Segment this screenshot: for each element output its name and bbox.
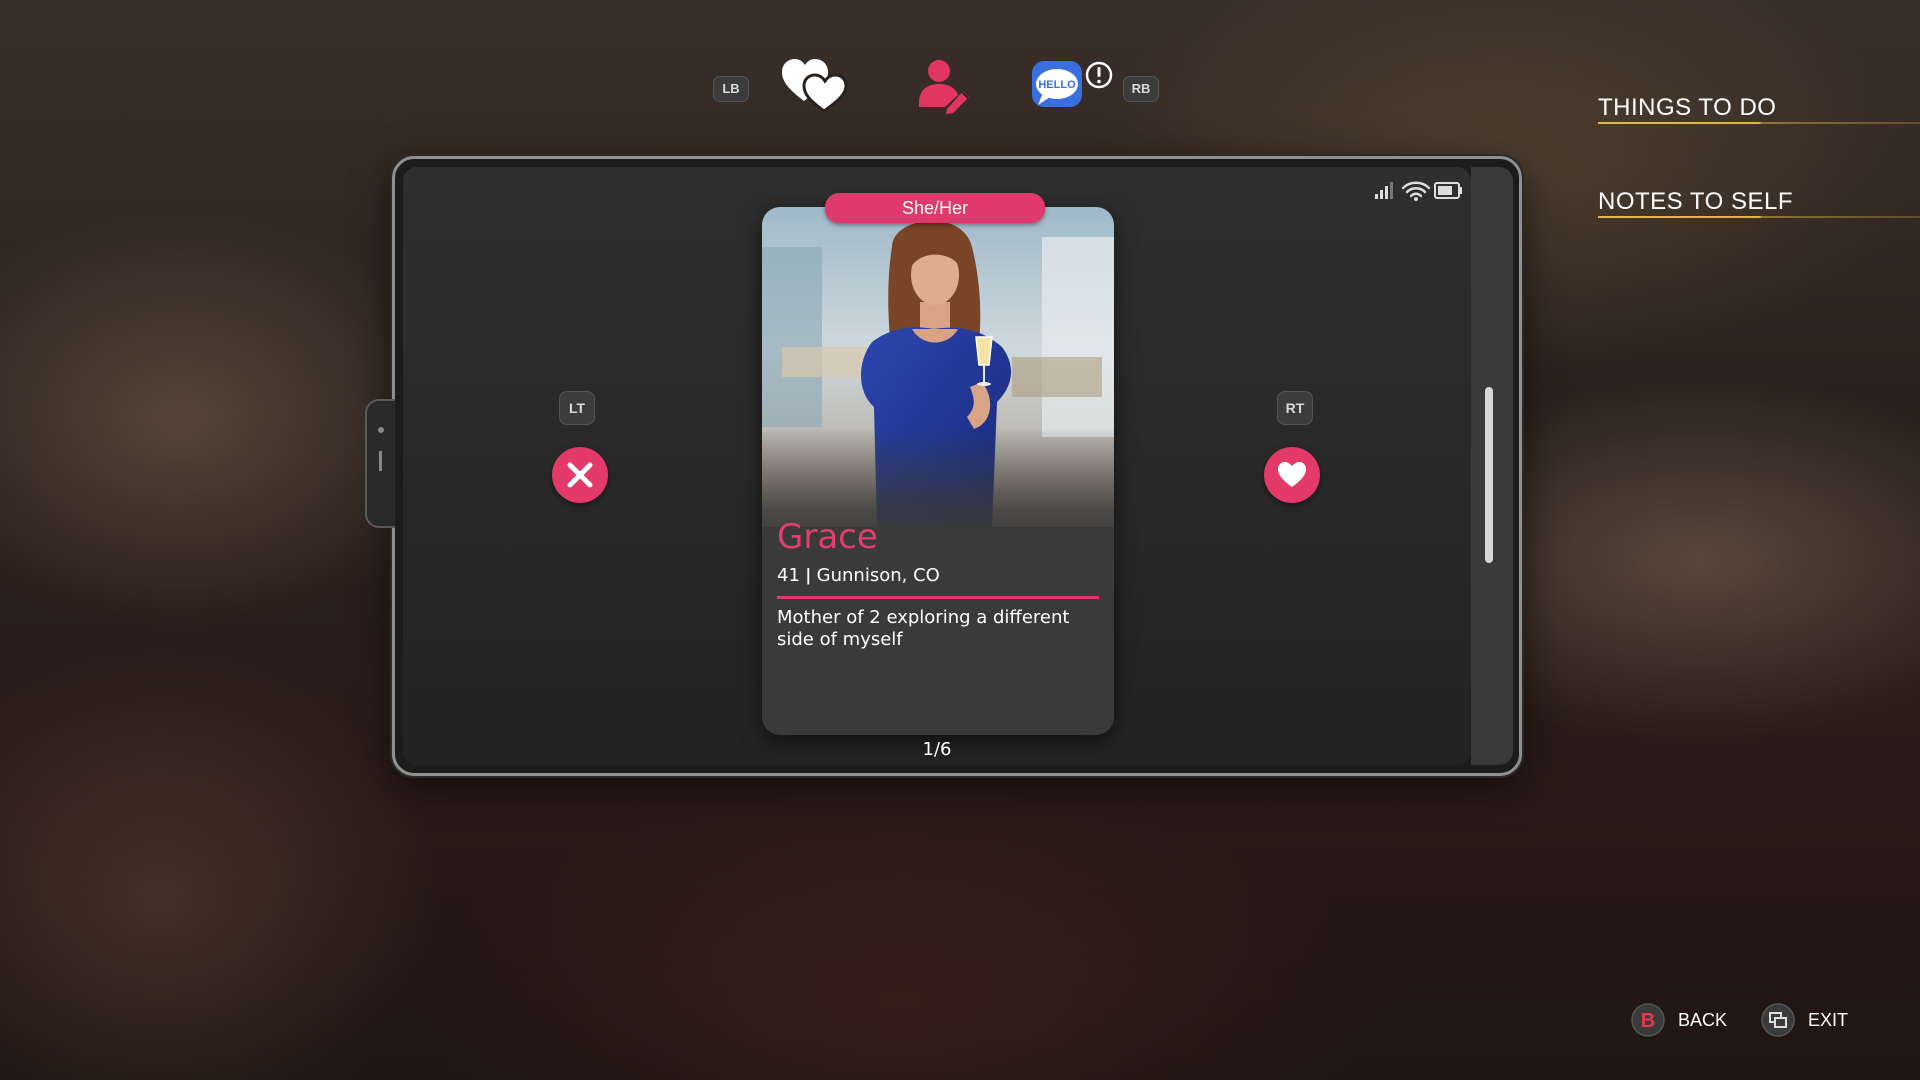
phone-scroll-rail (1471, 167, 1513, 765)
phone-frame: LT RT Grace 41 ǀ Gunnison, CO Mother of … (365, 156, 1522, 776)
card-divider (777, 596, 1099, 599)
rt-button-hint[interactable]: RT (1277, 391, 1313, 425)
menu-item-things-to-do[interactable]: THINGS TO DO (1598, 92, 1920, 186)
profile-card[interactable]: Grace 41 ǀ Gunnison, CO Mother of 2 expl… (762, 207, 1114, 735)
phone-side-button (365, 399, 395, 528)
side-menu: THINGS TO DO NOTES TO SELF (1598, 92, 1920, 280)
menu-item-label: NOTES TO SELF (1598, 188, 1793, 215)
alert-icon (1085, 61, 1113, 89)
exit-label: EXIT (1808, 1010, 1849, 1030)
side-dot (378, 427, 384, 433)
profile-name: Grace (777, 517, 878, 557)
reject-button[interactable] (552, 447, 608, 503)
lb-button-hint[interactable]: LB (713, 76, 749, 102)
profile-bio: Mother of 2 exploring a different side o… (777, 607, 1070, 650)
back-control[interactable]: B BACK (1630, 1000, 1750, 1040)
pronoun-tab: She/Her (825, 193, 1045, 223)
chat-hello-icon[interactable]: HELLO (1030, 59, 1084, 113)
svg-text:B: B (1641, 1010, 1655, 1032)
status-bar (1375, 181, 1462, 201)
wifi-icon (1401, 181, 1431, 198)
menu-underline (1598, 122, 1920, 124)
svg-text:HELLO: HELLO (1038, 79, 1076, 91)
heart-icon (1278, 462, 1306, 487)
phone-screen: LT RT Grace 41 ǀ Gunnison, CO Mother of … (403, 167, 1471, 765)
lt-button-hint[interactable]: LT (559, 391, 595, 425)
hearts-icon[interactable] (780, 55, 852, 115)
side-dash (379, 451, 382, 471)
profile-pager: 1/6 (922, 739, 952, 760)
menu-item-notes-to-self[interactable]: NOTES TO SELF (1598, 186, 1920, 280)
signal-icon (1375, 182, 1393, 199)
like-button[interactable] (1264, 447, 1320, 503)
close-icon (567, 462, 593, 488)
menu-item-label: THINGS TO DO (1598, 94, 1777, 121)
profile-edit-icon[interactable] (915, 57, 973, 115)
scrollbar[interactable] (1485, 387, 1493, 563)
top-nav: LB HELLO RB (705, 55, 1165, 125)
controller-prompts: B BACK EXIT (1630, 1000, 1890, 1040)
rb-button-hint[interactable]: RB (1123, 76, 1159, 102)
battery-icon (1434, 182, 1462, 199)
b-button-icon: B (1631, 1003, 1665, 1037)
view-button-icon (1761, 1003, 1795, 1037)
back-label: BACK (1678, 1010, 1728, 1030)
exit-control[interactable]: EXIT (1760, 1000, 1870, 1040)
profile-age-location: 41 ǀ Gunnison, CO (777, 565, 940, 586)
menu-underline (1598, 216, 1920, 218)
